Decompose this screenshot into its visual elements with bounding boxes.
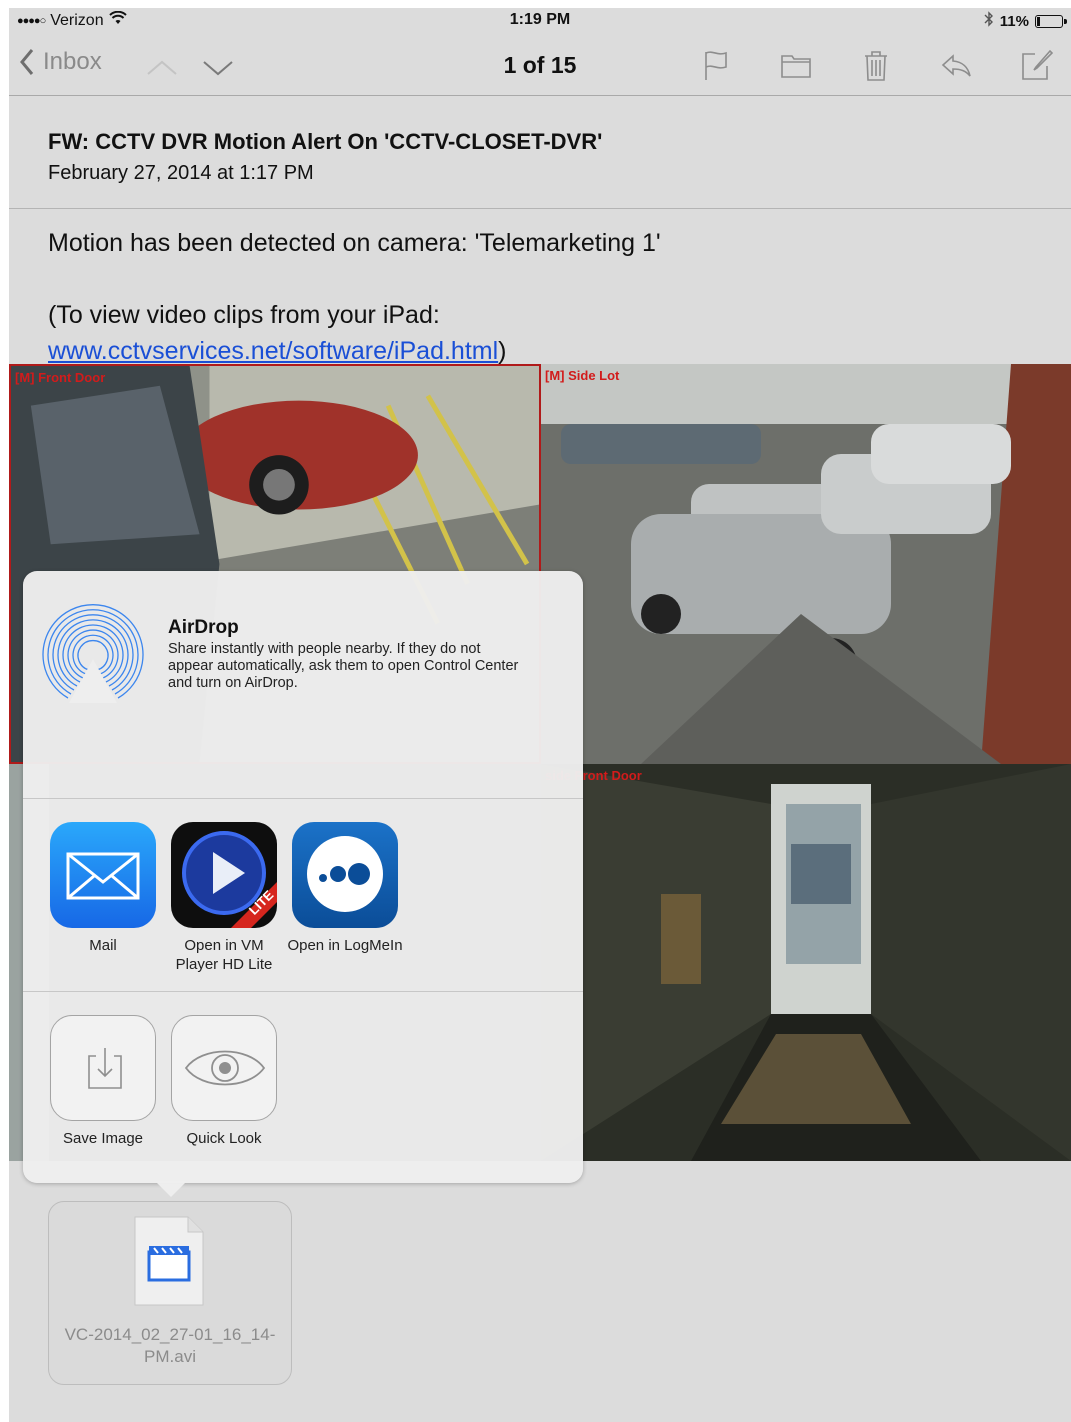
video-file-icon [134, 1216, 204, 1306]
save-image-label: Save Image [62, 1130, 144, 1147]
compose-button[interactable] [1019, 48, 1054, 82]
motion-alert-text: Motion has been detected on camera: 'Tel… [48, 229, 661, 257]
logmein-icon [292, 822, 398, 928]
link-close-paren: ) [498, 337, 507, 365]
flag-button[interactable] [699, 48, 733, 82]
video-attachment[interactable]: VC-2014_02_27-01_16_14-PM.avi [48, 1201, 292, 1385]
navigation-bar: Inbox 1 of 15 [9, 34, 1071, 96]
camera-inside-front-door: side Front Door [541, 764, 1071, 1161]
flag-icon [705, 51, 727, 80]
share-apps-row: Mail LITE Open in VM Player HD Lite Open… [23, 799, 583, 992]
battery-icon [1035, 15, 1067, 28]
share-actions-row: Save Image Quick Look [23, 992, 583, 1183]
airdrop-title: AirDrop [168, 617, 239, 638]
status-bar: ●●●●○ Verizon 1:19 PM 11% [9, 8, 1071, 34]
share-logmein-label: Open in LogMeIn [287, 937, 403, 954]
quick-look-label: Quick Look [186, 1130, 262, 1147]
reply-icon [941, 54, 971, 77]
message-header: FW: CCTV DVR Motion Alert On 'CCTV-CLOSE… [9, 96, 1071, 209]
share-sheet-pointer [155, 1181, 187, 1197]
save-image-action[interactable]: Save Image [43, 1015, 163, 1148]
share-vm-player[interactable]: LITE Open in VM Player HD Lite [164, 822, 284, 974]
share-vm-player-label: Open in VM Player HD Lite [175, 937, 273, 973]
eye-icon [171, 1015, 277, 1121]
mail-screen: ●●●●○ Verizon 1:19 PM 11% Inbox 1 of 15 … [9, 8, 1071, 1422]
attachment-filename: VC-2014_02_27-01_16_14-PM.avi [64, 1325, 276, 1366]
mail-icon [50, 822, 156, 928]
bluetooth-icon [984, 11, 994, 32]
trash-button[interactable] [859, 48, 893, 82]
vm-player-icon: LITE [171, 822, 277, 928]
camera-label-front-door: [M] Front Door [15, 370, 106, 385]
share-logmein[interactable]: Open in LogMeIn [285, 822, 405, 955]
camera-side-lot: [M] Side Lot [541, 364, 1071, 764]
quick-look-action[interactable]: Quick Look [164, 1015, 284, 1148]
message-date: February 27, 2014 at 1:17 PM [48, 162, 314, 184]
share-mail[interactable]: Mail [43, 822, 163, 955]
reply-button[interactable] [939, 48, 973, 82]
airdrop-description: Share instantly with people nearby. If t… [168, 641, 519, 691]
ipad-software-link[interactable]: www.cctvservices.net/software/iPad.html [48, 337, 498, 365]
move-folder-button[interactable] [779, 48, 813, 82]
trash-icon [865, 51, 887, 81]
clock: 1:19 PM [509, 11, 571, 28]
compose-icon [1022, 49, 1054, 80]
save-image-icon [50, 1015, 156, 1121]
airdrop-section[interactable]: AirDrop Share instantly with people near… [23, 571, 583, 799]
view-clips-text: (To view video clips from your iPad: [48, 301, 440, 329]
message-subject: FW: CCTV DVR Motion Alert On 'CCTV-CLOSE… [48, 129, 603, 154]
share-mail-label: Mail [89, 937, 117, 954]
camera-label-side-lot: [M] Side Lot [545, 368, 620, 383]
airdrop-icon [42, 604, 144, 703]
message-body: Motion has been detected on camera: 'Tel… [48, 225, 661, 369]
battery-percent: 11% [999, 13, 1029, 30]
folder-icon [781, 55, 811, 78]
share-sheet: AirDrop Share instantly with people near… [23, 571, 583, 1183]
